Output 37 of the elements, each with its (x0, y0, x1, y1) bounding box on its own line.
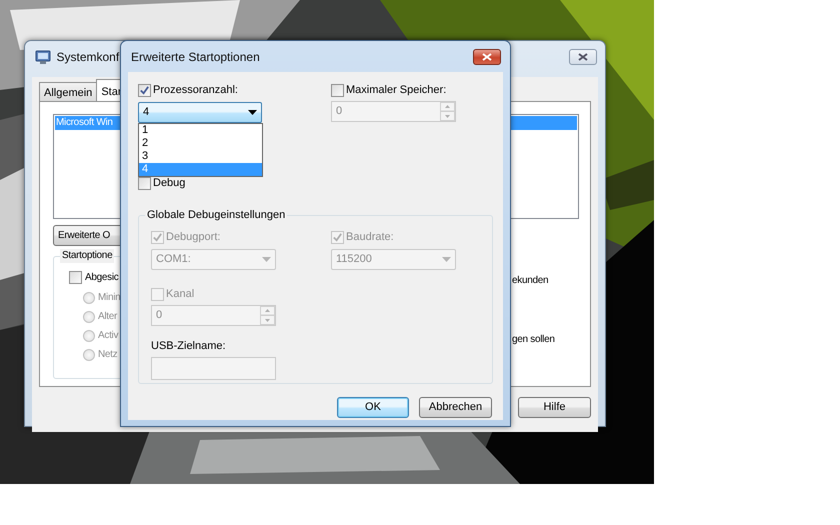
dropdown[interactable]: 4 (138, 102, 262, 123)
checkbox[interactable] (69, 271, 82, 284)
dropdown-arrow-icon (248, 110, 257, 115)
checkbox-label: Debug (153, 176, 186, 190)
dialog-button[interactable]: Abbrechen (419, 397, 492, 418)
radio-label: Alter (98, 310, 118, 324)
checkbox-label: Kanal (166, 287, 194, 301)
dropdown-option[interactable]: 2 (139, 137, 262, 150)
timeout-label: ekunden (512, 274, 550, 288)
checkbox[interactable] (138, 84, 151, 96)
close-button[interactable] (473, 48, 501, 64)
app-icon (35, 48, 51, 64)
tab[interactable]: Allgemein (39, 82, 98, 101)
close-button[interactable] (569, 48, 597, 64)
close-icon (482, 52, 492, 60)
dialog-title: Erweiterte Startoptionen (130, 48, 260, 66)
radio-label: Netz (98, 348, 118, 362)
checkbox-label: Maximaler Speicher: (346, 83, 446, 97)
checkbox-label: Baudrate: (346, 230, 394, 244)
field-label: USB-Zielname: (151, 339, 226, 353)
dropdown-arrow-icon (442, 257, 451, 262)
window-title: Systemkonfi (56, 48, 122, 66)
help-button[interactable]: Hilfe (518, 397, 591, 418)
checkbox[interactable] (138, 176, 151, 190)
checkbox-label: Abgesic (85, 270, 118, 284)
radio-label: Minin (98, 290, 120, 304)
dropdown-option[interactable]: 1 (139, 124, 262, 137)
dropdown-option[interactable]: 3 (139, 150, 262, 163)
group-title: Startoptione (60, 248, 114, 262)
dialog-button[interactable]: OK (337, 397, 409, 418)
checkbox-label: Prozessoranzahl: (153, 83, 238, 97)
dropdown-arrow-icon (262, 257, 271, 262)
close-icon (578, 52, 588, 60)
option-label: gen sollen (512, 332, 556, 346)
radio-label: Activ (98, 328, 118, 342)
checkbox-label: Debugport: (166, 230, 220, 244)
group-title: Globale Debugeinstellungen (145, 208, 288, 222)
